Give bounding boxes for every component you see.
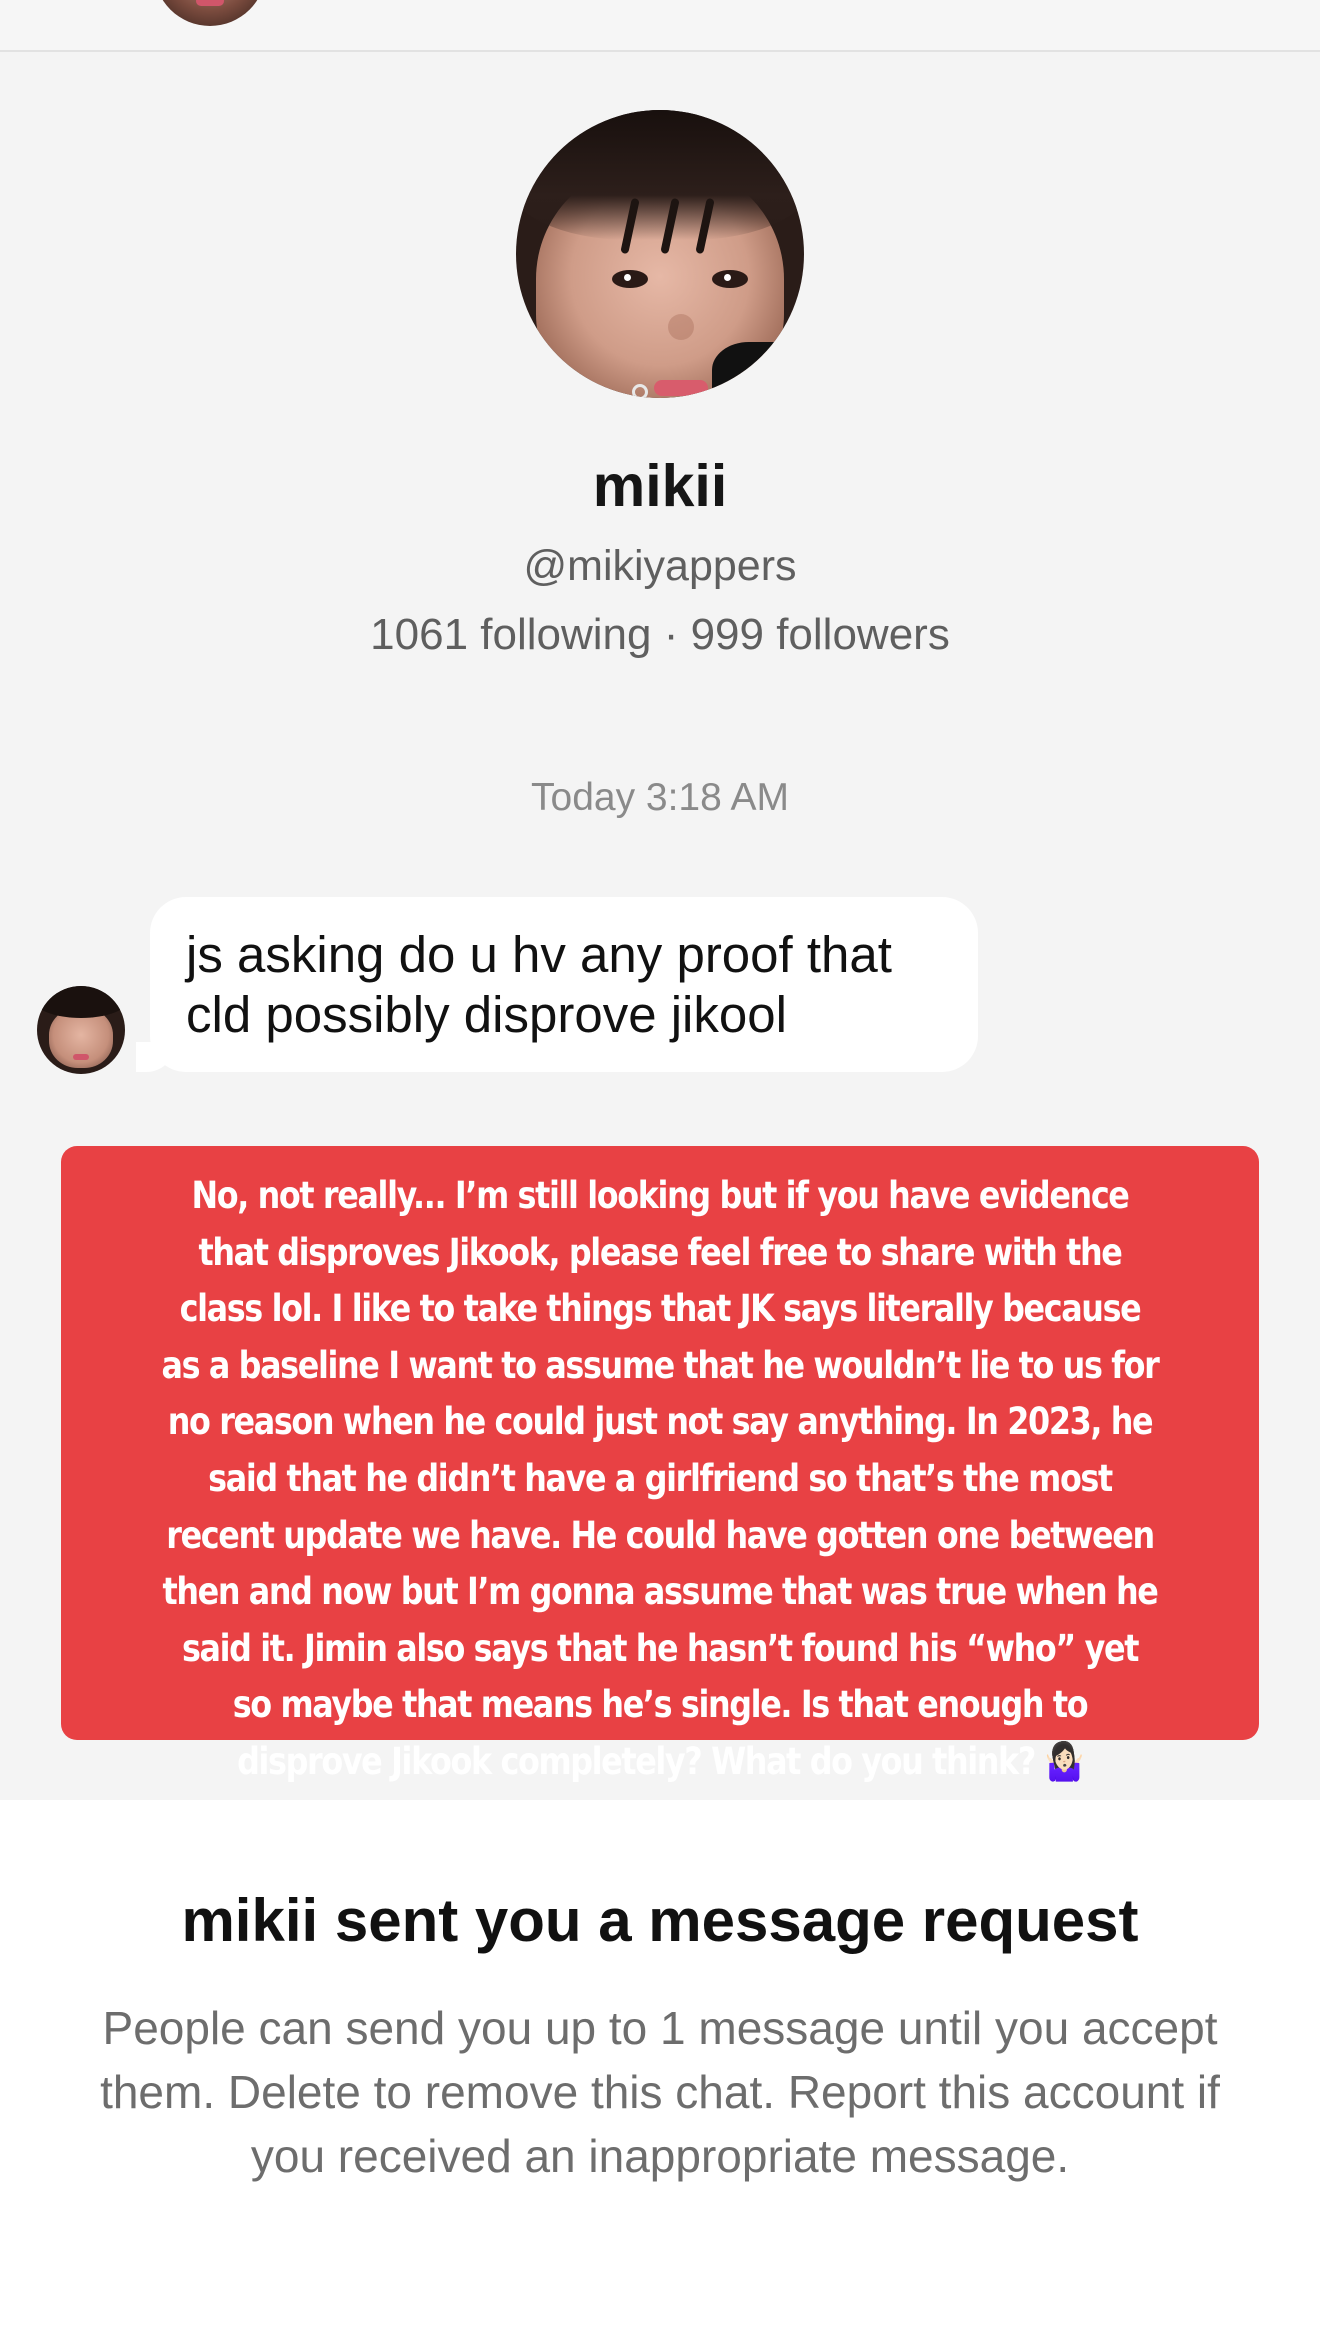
shared-reply-card[interactable]: No, not really... I’m still looking but … <box>61 1146 1259 1783</box>
incoming-message-bubble[interactable]: js asking do u hv any proof that cld pos… <box>136 897 978 1072</box>
profile-stats: 1061 following · 999 followers <box>370 610 950 659</box>
top-bar <box>0 0 1320 52</box>
message-request-panel: mikii sent you a message request People … <box>0 1800 1320 2346</box>
profile-name[interactable]: mikii <box>0 452 1320 520</box>
avatar-eye <box>712 270 748 288</box>
incoming-message-text: js asking do u hv any proof that cld pos… <box>186 926 892 1043</box>
header-avatar[interactable] <box>154 0 266 26</box>
profile-avatar[interactable] <box>516 110 804 398</box>
reply-card-text: No, not really... I’m still looking but … <box>161 1174 1160 1783</box>
profile-handle: @mikiyappers <box>523 542 797 590</box>
message-request-description: People can send you up to 1 message unti… <box>100 2002 1220 2182</box>
message-request-title: mikii sent you a message request <box>181 1887 1139 1954</box>
sender-avatar[interactable] <box>37 986 125 1074</box>
message-timestamp: Today 3:18 AM <box>531 776 789 819</box>
avatar-eye <box>612 270 648 288</box>
